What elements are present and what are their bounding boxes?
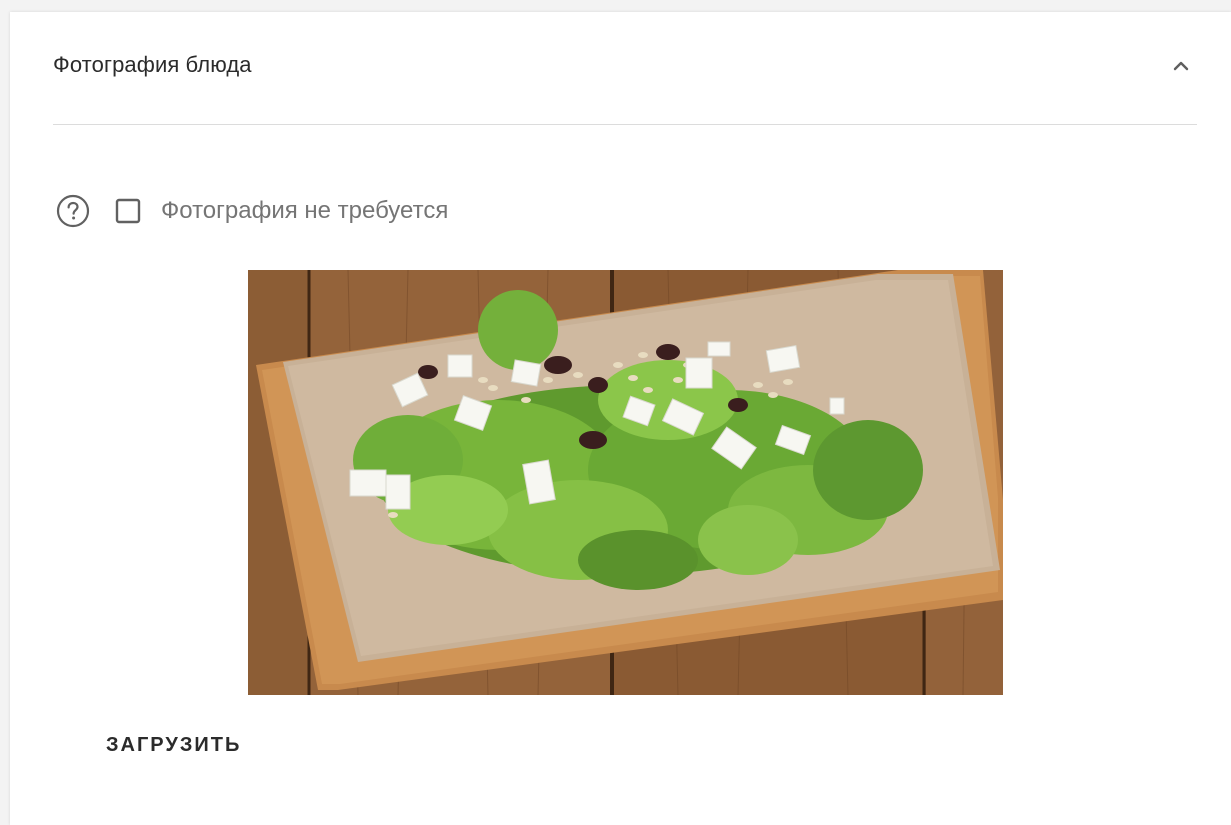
no-photo-label[interactable]: Фотография не требуется	[161, 197, 448, 225]
panel-title: Фотография блюда	[53, 52, 252, 77]
dish-photo-panel: Фотография блюда Фотография не требуется	[10, 12, 1231, 825]
checkbox-unchecked-icon	[115, 198, 141, 224]
no-photo-option: Фотография не требуется	[55, 192, 448, 230]
help-circle-icon	[56, 194, 90, 228]
collapse-button[interactable]	[1165, 50, 1197, 82]
chevron-up-icon	[1173, 61, 1189, 71]
help-icon-button[interactable]	[55, 193, 91, 229]
no-photo-checkbox[interactable]	[115, 198, 141, 224]
panel-header[interactable]: Фотография блюда	[53, 12, 1197, 125]
dish-photo	[248, 270, 1003, 695]
dish-photo-image	[248, 270, 1003, 695]
upload-button[interactable]: ЗАГРУЗИТЬ	[90, 726, 257, 765]
